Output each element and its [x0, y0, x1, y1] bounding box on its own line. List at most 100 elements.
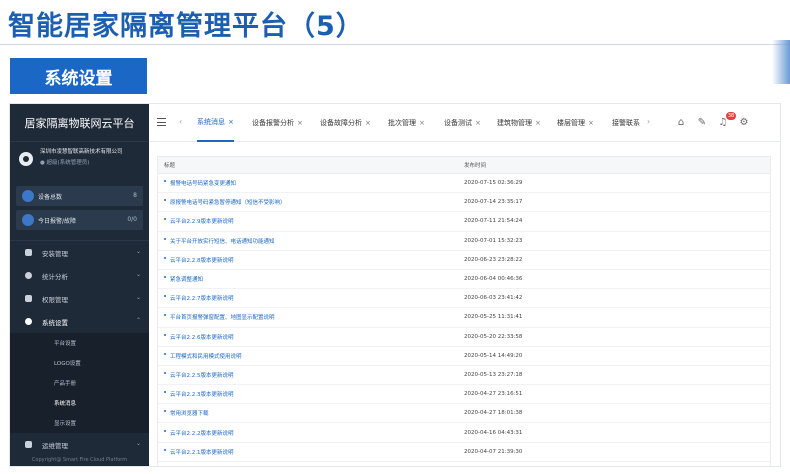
sidebar-subitem-manual[interactable]: 产品手册 — [10, 373, 149, 393]
slide-title: 智能居家隔离管理平台（5） — [8, 11, 364, 42]
tab-building[interactable]: 建筑物管理 × — [497, 104, 541, 142]
chevron-down-icon: ⌄ — [135, 271, 141, 278]
close-icon[interactable]: × — [365, 119, 371, 127]
message-title-link[interactable]: 平台首页报警弹窗配置、地图显示配置说明 — [158, 313, 464, 321]
title-divider — [0, 44, 790, 45]
tab-label: 接警联系 — [612, 119, 640, 127]
close-icon[interactable]: × — [419, 119, 425, 127]
message-title-link[interactable]: 工程模式和民用模式使用说明 — [158, 352, 464, 360]
message-title-link[interactable]: 云平台2.2.2版本更新说明 — [158, 429, 464, 437]
message-title-link[interactable]: 云平台2.2.1版本更新说明 — [158, 448, 464, 456]
table-row[interactable]: 云平台2.2.7版本更新说明 2020-06-03 23:41:42 — [158, 289, 770, 309]
sidebar-subitem-platform[interactable]: 平台设置 — [10, 333, 149, 353]
sidebar-subitem-display[interactable]: 显示设置 — [10, 413, 149, 433]
table-row[interactable]: 云平台2.2.1版本更新说明 2020-04-07 21:39:30 — [158, 443, 770, 462]
message-title-link[interactable]: 云平台2.2.7版本更新说明 — [158, 294, 464, 302]
sidebar-item-permission[interactable]: 权限管理 ⌄ — [10, 287, 149, 310]
pencil-icon[interactable]: ✎ — [696, 116, 708, 128]
org-role: ● 超级(系统管理员) — [40, 160, 90, 166]
org-name: 深圳市凌慧智联高新技术有限公司 — [40, 149, 123, 155]
column-time: 发布时间 — [464, 163, 487, 169]
tab-fault-analysis[interactable]: 设备故障分析 × — [320, 104, 371, 142]
gear-icon[interactable]: ⚙ — [738, 116, 750, 128]
section-badge: 系统设置 — [10, 58, 147, 94]
sidebar-subitem-messages[interactable]: 系统消息 — [10, 393, 149, 413]
today-alarm-card[interactable]: 今日报警/故障 0/0 — [16, 210, 143, 230]
home-icon[interactable]: ⌂ — [675, 116, 687, 128]
table-row[interactable]: 报警电话号码紧急变更通知 2020-07-15 02:36:29 — [158, 174, 770, 194]
wrench-icon — [25, 441, 32, 448]
message-time: 2020-04-07 21:39:30 — [464, 448, 523, 455]
table-row[interactable]: 云平台2.2.6版本更新说明 2020-05-20 22:33:58 — [158, 328, 770, 347]
table-row[interactable]: 云平台2.2.8版本更新说明 2020-06-23 23:28:22 — [158, 251, 770, 270]
table-row[interactable]: 平台首页报警弹窗配置、地图显示配置说明 2020-05-25 11:31:41 — [158, 308, 770, 328]
chevron-down-icon: ⌄ — [135, 440, 141, 447]
today-alarm-label: 今日报警/故障 — [38, 217, 77, 225]
close-icon[interactable]: × — [588, 119, 594, 127]
device-total-card[interactable]: 设备总数 8 — [16, 186, 143, 206]
corner-decoration — [772, 40, 790, 84]
tab-alarm-analysis[interactable]: 设备报警分析 × — [252, 104, 303, 142]
shield-icon — [25, 295, 32, 302]
tab-label: 设备报警分析 — [252, 119, 294, 127]
menu-icon[interactable] — [157, 118, 166, 126]
table-row[interactable]: 常用浏览器下载 2020-04-27 18:01:38 — [158, 404, 770, 424]
sidebar-item-system-settings[interactable]: 系统设置 ⌃ — [10, 310, 149, 333]
table-row[interactable]: 紧急调整通知 2020-06-04 00:46:36 — [158, 270, 770, 290]
tab-alarm-contact[interactable]: 接警联系 — [612, 104, 640, 142]
message-title-link[interactable]: 关于平台开放实行短信、电话通知功能通知 — [158, 237, 464, 245]
close-icon[interactable]: × — [475, 119, 481, 127]
tab-floor[interactable]: 楼层管理 × — [557, 104, 594, 142]
sidebar-item-install[interactable]: 安装管理 ⌄ — [10, 241, 149, 264]
table-row[interactable]: 云平台2.2.5版本更新说明 2020-05-13 23:27:18 — [158, 366, 770, 386]
message-title-link[interactable]: 常用浏览器下载 — [158, 409, 464, 417]
messages-table: 标题 发布时间 报警电话号码紧急变更通知 2020-07-15 02:36:29 原… — [157, 156, 771, 466]
table-row[interactable]: 云平台2.2.3版本更新说明 2020-04-27 23:16:51 — [158, 385, 770, 405]
gear-icon — [25, 272, 32, 279]
message-time: 2020-05-13 23:27:18 — [464, 371, 523, 378]
table-row[interactable]: 云平台2.2.9版本更新说明 2020-07-11 21:54:24 — [158, 212, 770, 232]
sidebar-item-stats[interactable]: 统计分析 ⌄ — [10, 264, 149, 287]
column-title: 标题 — [164, 163, 176, 169]
tab-system-messages[interactable]: 系统消息 × — [197, 104, 234, 142]
sidebar-subitem-logo[interactable]: LOGO设置 — [10, 353, 149, 373]
message-title-link[interactable]: 紧急调整通知 — [158, 275, 464, 283]
sidebar-item-label: 系统设置 — [42, 318, 68, 327]
today-alarm-value: 0/0 — [127, 216, 137, 223]
notification-badge: 38 — [726, 112, 736, 120]
chevron-down-icon: ⌄ — [135, 294, 141, 301]
gear-icon — [25, 318, 32, 325]
tab-batch[interactable]: 批次管理 × — [388, 104, 425, 142]
close-icon[interactable]: × — [228, 118, 234, 126]
main-panel: ‹ 系统消息 × 设备报警分析 × 设备故障分析 × 批次管理 × 设备测试 × 建筑物管… — [149, 104, 780, 466]
device-total-label: 设备总数 — [38, 193, 63, 201]
tab-label: 设备测试 — [444, 119, 472, 127]
message-title-link[interactable]: 原报警电话号码紧急暂停通知（短信不受影响） — [158, 198, 464, 206]
close-icon[interactable]: × — [297, 119, 303, 127]
message-title-link[interactable]: 云平台2.2.8版本更新说明 — [158, 256, 464, 264]
message-title-link[interactable]: 报警电话号码紧急变更通知 — [158, 179, 464, 187]
message-time: 2020-05-20 22:33:58 — [464, 333, 523, 340]
org-info: 深圳市凌慧智联高新技术有限公司 ● 超级(系统管理员) — [10, 142, 149, 182]
chevron-up-icon: ⌃ — [135, 317, 141, 324]
system-settings-submenu: 平台设置 LOGO设置 产品手册 系统消息 显示设置 — [10, 333, 149, 433]
table-row[interactable]: 原报警电话号码紧急暂停通知（短信不受影响） 2020-07-14 23:35:17 — [158, 193, 770, 213]
tab-scroll-right-icon[interactable]: › — [647, 117, 650, 126]
sidebar-item-label: 运维管理 — [42, 441, 68, 450]
table-row[interactable]: 关于平台开放实行短信、电话通知功能通知 2020-07-01 15:32:23 — [158, 232, 770, 251]
message-title-link[interactable]: 云平台2.2.3版本更新说明 — [158, 390, 464, 398]
chart-bar-icon — [25, 249, 32, 256]
table-row[interactable]: 工程模式和民用模式使用说明 2020-05-14 14:49:20 — [158, 347, 770, 366]
sidebar-footer: Copyright@ Smart Fire Cloud Platform — [10, 452, 149, 466]
sidebar-item-label: 安装管理 — [42, 249, 68, 258]
message-title-link[interactable]: 云平台2.2.5版本更新说明 — [158, 371, 464, 379]
sidebar: 居家隔离物联网云平台 深圳市凌慧智联高新技术有限公司 ● 超级(系统管理员) 设… — [10, 104, 149, 466]
message-title-link[interactable]: 云平台2.2.9版本更新说明 — [158, 217, 464, 225]
close-icon[interactable]: × — [535, 119, 541, 127]
tab-scroll-left-icon[interactable]: ‹ — [179, 117, 182, 126]
sidebar-item-label: 统计分析 — [42, 272, 68, 281]
table-row[interactable]: 云平台2.2.2版本更新说明 2020-04-16 04:43:31 — [158, 423, 770, 443]
message-title-link[interactable]: 云平台2.2.6版本更新说明 — [158, 333, 464, 341]
tab-device-test[interactable]: 设备测试 × — [444, 104, 481, 142]
message-time: 2020-04-27 18:01:38 — [464, 410, 523, 417]
